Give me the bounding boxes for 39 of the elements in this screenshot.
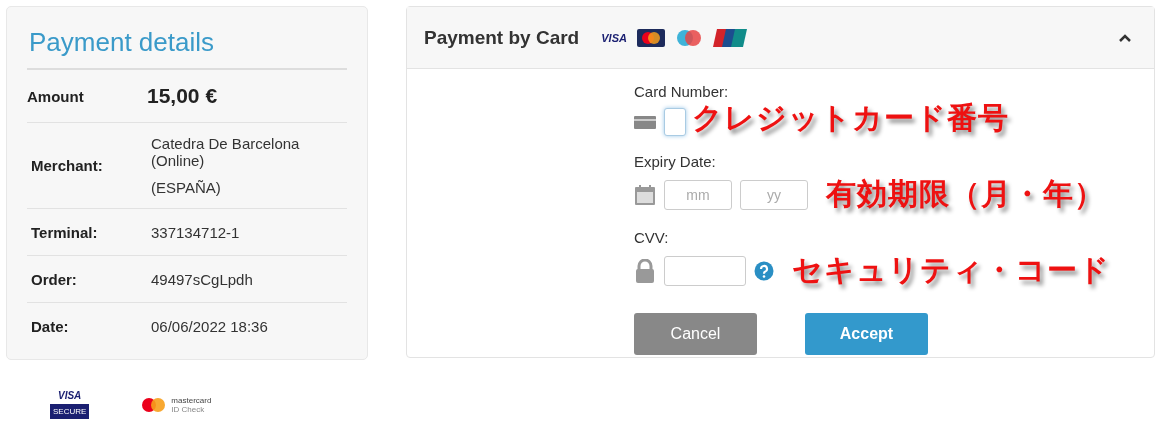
collapse-icon[interactable] [1118,32,1132,43]
annotation-text: 有効期限（月・年） [826,175,1105,213]
secure-badge: SECURE [50,404,90,419]
lock-icon [634,258,656,283]
logo-text: ID Check [171,404,206,414]
field-label: Expiry Date: [634,153,717,170]
detail-label: Date: [31,317,70,335]
logo-text: mastercard [171,395,212,405]
month-field[interactable]: mm [664,179,732,210]
annotation-text: クレジットカード番号 [692,99,1009,137]
field-label: CVV: [634,229,670,246]
card-title: Payment by Card [424,26,580,49]
detail-label: Terminal: [31,223,99,241]
card-number-field[interactable] [664,107,686,136]
detail-value: (ESPAÑA) [151,179,222,196]
circles-icon [141,396,168,413]
panel-title: Payment details [27,21,347,70]
visa-logo-text: VISA [58,390,82,401]
calendar-icon [634,183,656,206]
annotation-text: セキュリティ・コード [792,251,1110,289]
cvv-field[interactable] [664,255,746,286]
card-icon [634,113,656,130]
cancel-button[interactable]: Cancel [634,313,757,355]
detail-label: Amount [27,87,85,105]
detail-value: 337134712-1 [151,223,240,241]
accept-button[interactable]: Accept [805,313,928,355]
help-icon[interactable] [754,260,774,281]
amount-value: 15,00 € [147,84,218,108]
card-logo-icon [712,28,747,47]
card-logo-icon [674,28,703,47]
card-logo-icon [636,28,665,47]
field-label: Card Number: [634,83,730,100]
detail-label: Order: [31,270,78,288]
detail-value: Catedra De Barcelona (Online) [151,135,301,169]
detail-value: 49497sCgLpdh [151,270,253,288]
year-field[interactable]: yy [740,179,808,210]
detail-label: Merchant: [31,157,104,174]
visa-logo-text: VISA [601,31,627,44]
detail-value: 06/06/2022 18:36 [151,317,268,335]
